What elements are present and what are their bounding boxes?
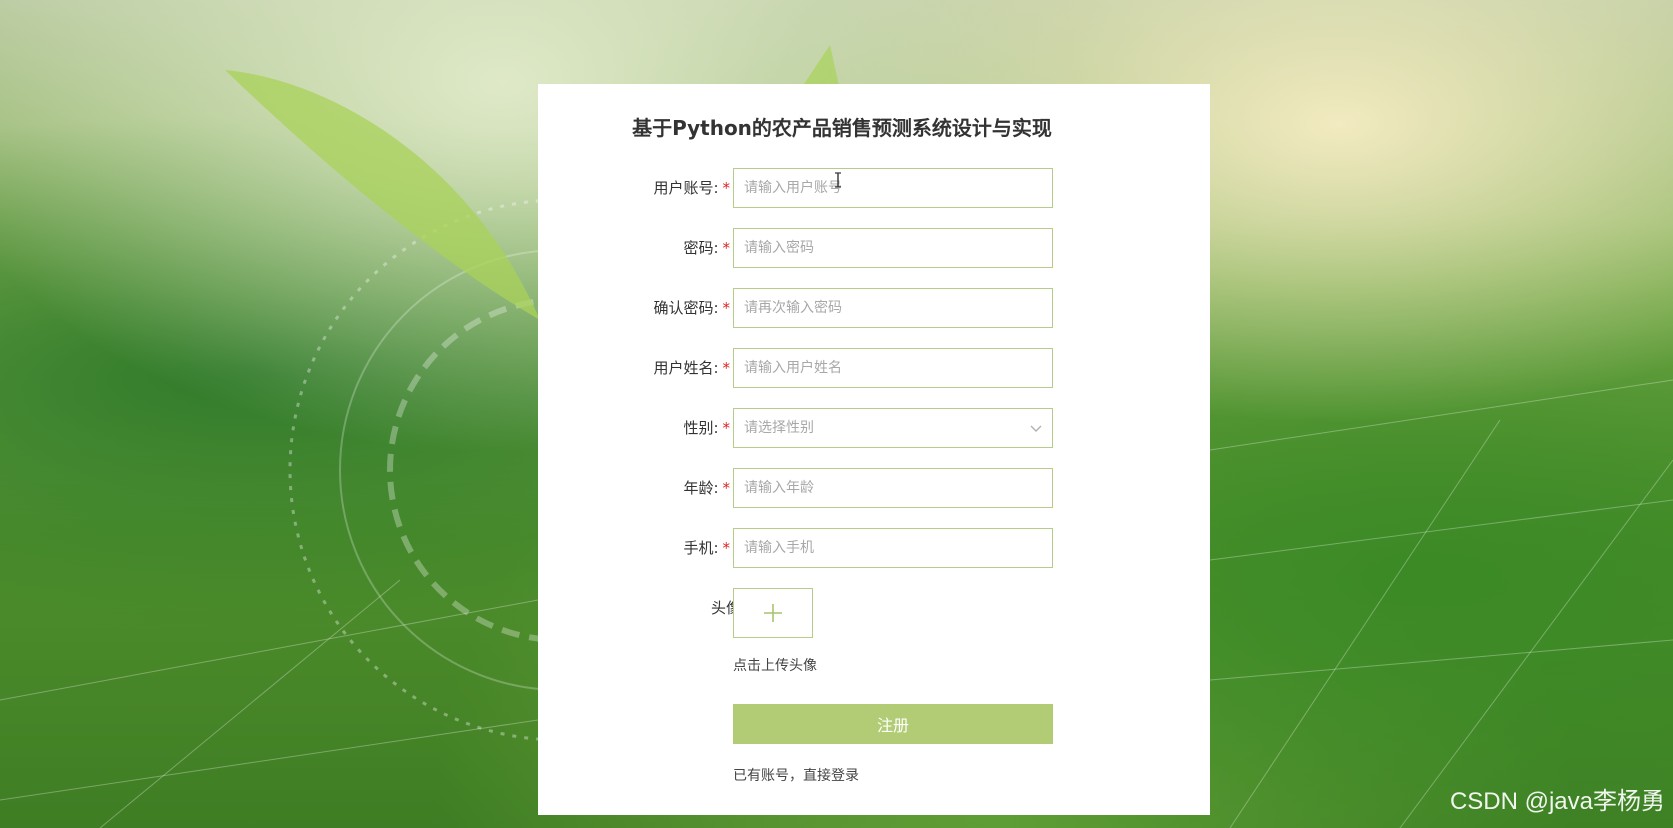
name-label: 用户姓名: * bbox=[653, 359, 730, 377]
form-row-name: 用户姓名: * bbox=[538, 348, 1210, 388]
form-row-confirm-password: 确认密码: * bbox=[538, 288, 1210, 328]
form-row-avatar: 头像: bbox=[538, 588, 1210, 638]
age-label: 年龄: * bbox=[683, 479, 730, 497]
confirm-password-label: 确认密码: * bbox=[653, 299, 730, 317]
gender-select-placeholder: 请选择性别 bbox=[744, 420, 814, 436]
gender-select[interactable]: 请选择性别 bbox=[733, 408, 1053, 448]
form-row-age: 年龄: * bbox=[538, 468, 1210, 508]
account-input[interactable] bbox=[733, 168, 1053, 208]
register-card: 基于Python的农产品销售预测系统设计与实现 用户账号:* 密码:* 确认密码… bbox=[538, 84, 1210, 815]
name-input[interactable] bbox=[733, 348, 1053, 388]
form-row-account: 用户账号: * bbox=[538, 168, 1210, 208]
account-label: 用户账号: * bbox=[653, 179, 730, 197]
form-row-password: 密码: * bbox=[538, 228, 1210, 268]
plus-icon bbox=[764, 604, 782, 622]
password-label: 密码: * bbox=[683, 239, 730, 257]
age-input[interactable] bbox=[733, 468, 1053, 508]
form-row-gender: 性别: * 请选择性别 bbox=[538, 408, 1210, 448]
page-title: 基于Python的农产品销售预测系统设计与实现 bbox=[632, 116, 1052, 140]
confirm-password-input[interactable] bbox=[733, 288, 1053, 328]
phone-label: 手机: * bbox=[683, 539, 730, 557]
watermark: CSDN @java李杨勇 bbox=[1449, 788, 1665, 815]
register-button[interactable]: 注册 bbox=[733, 704, 1053, 744]
avatar-upload-button[interactable] bbox=[733, 588, 813, 638]
avatar-hint: 点击上传头像 bbox=[733, 658, 817, 674]
gender-label: 性别: * bbox=[683, 419, 730, 437]
chevron-down-icon bbox=[1030, 425, 1042, 432]
login-link[interactable]: 已有账号，直接登录 bbox=[733, 765, 859, 785]
password-input[interactable] bbox=[733, 228, 1053, 268]
phone-input[interactable] bbox=[733, 528, 1053, 568]
form-row-phone: 手机: * bbox=[538, 528, 1210, 568]
text-cursor-icon bbox=[835, 172, 841, 188]
